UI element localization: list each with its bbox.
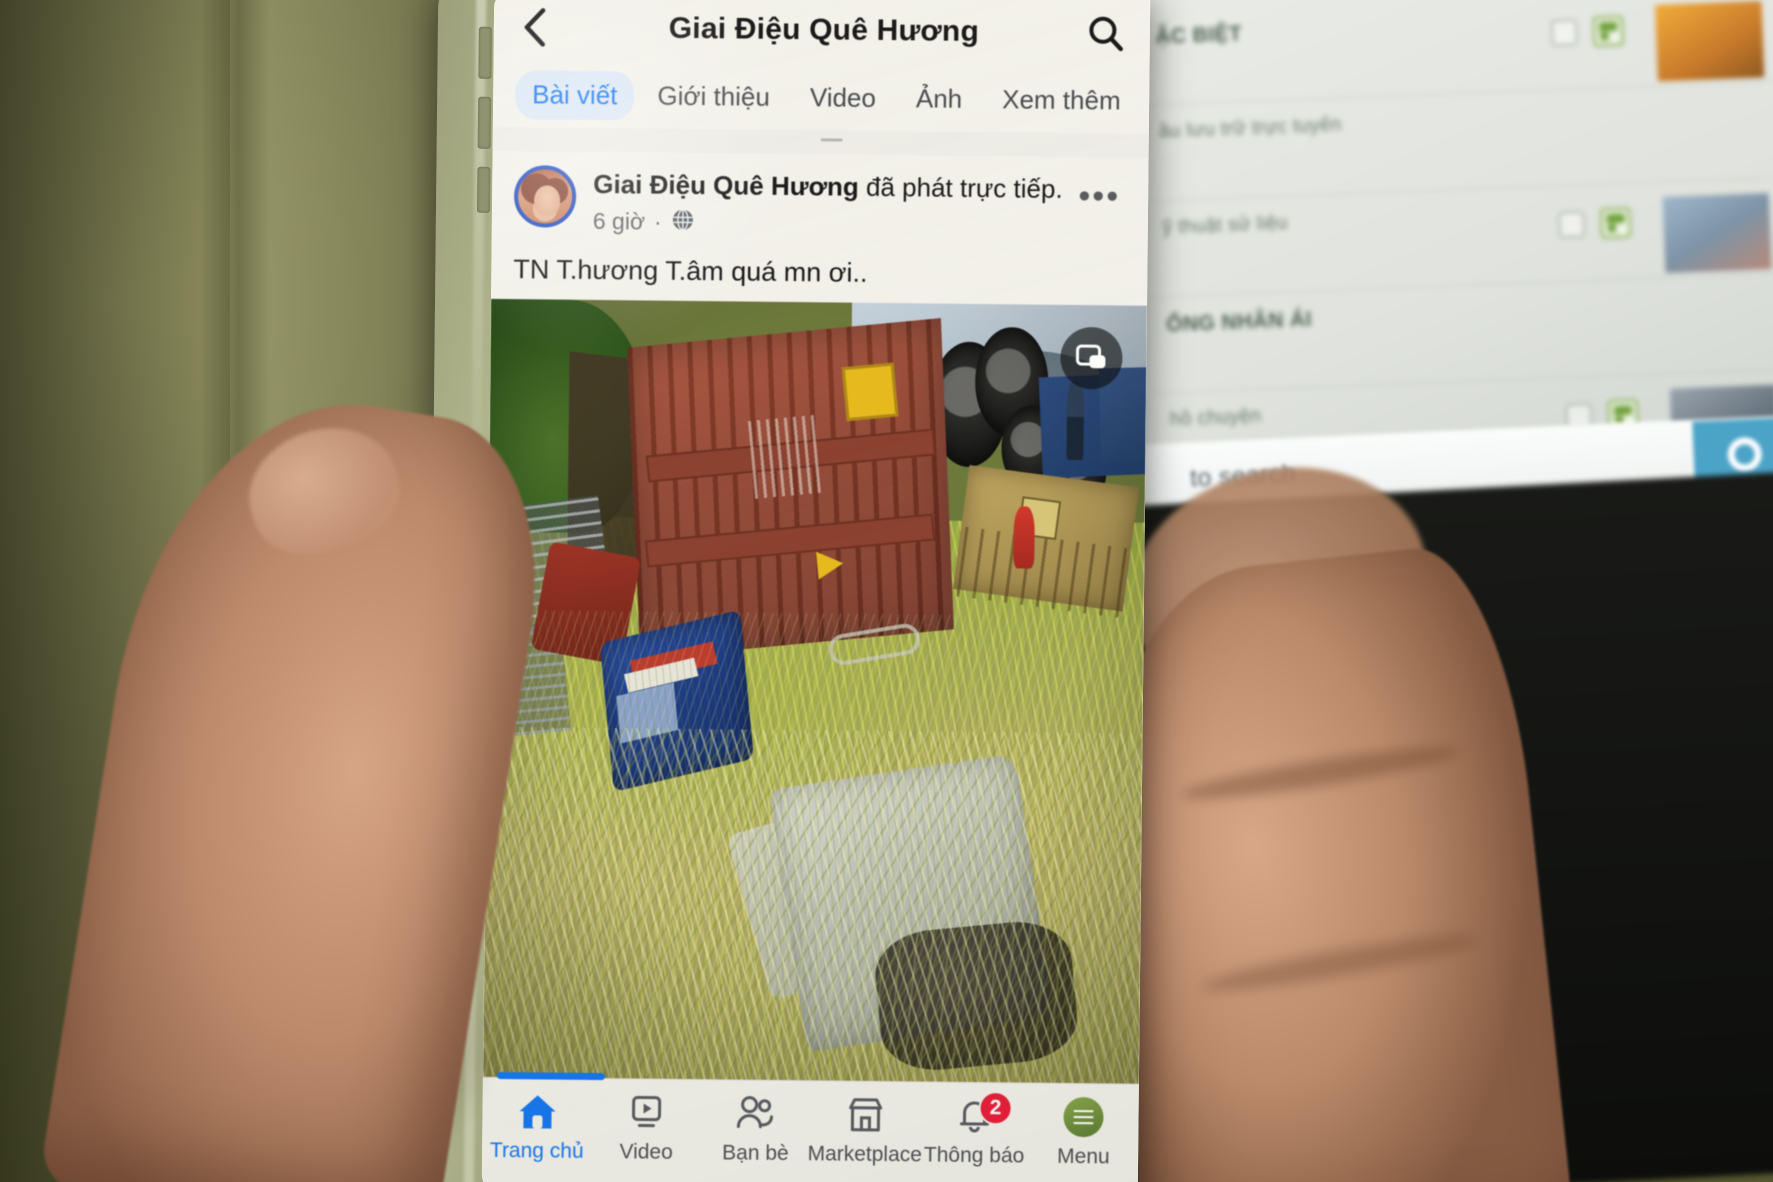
post-photo[interactable] [482, 298, 1148, 1084]
post-options-icon[interactable]: ••• [1078, 177, 1120, 215]
volume-up-button[interactable] [478, 26, 492, 79]
post-author-name[interactable]: Giai Điệu Quê Hương [593, 169, 859, 202]
tab-video[interactable]: Video [793, 73, 894, 123]
nav-label: Video [619, 1140, 673, 1164]
app-top-bar: Giai Điệu Quê Hương [493, 0, 1151, 68]
globe-icon [671, 207, 695, 237]
nav-item-marketplace[interactable]: Marketplace [807, 1093, 923, 1167]
video-progress-bar [496, 1071, 605, 1081]
feed-post: ••• Giai Điệu Quê Hương đã phát trực tiế… [491, 150, 1149, 306]
post-meta: Giai Điệu Quê Hương đã phát trực tiếp. 6… [593, 166, 1063, 241]
monitor-row-label: ầu lưu trữ trực tuyến [1158, 114, 1342, 143]
nav-label: Bạn bè [722, 1141, 789, 1166]
page-title: Giai Điệu Quê Hương [668, 11, 980, 48]
checkbox-icon [1558, 211, 1586, 239]
tab-xem-them[interactable]: Xem thêm [985, 75, 1138, 126]
photo-scene: ẶC BIỆT ầu lưu trữ trực tuyến ỹ thuật sử… [0, 0, 1773, 1182]
post-separator: · [653, 208, 662, 235]
nav-label: Marketplace [807, 1142, 923, 1167]
post-subline: 6 giờ · [593, 206, 1063, 241]
home-icon [516, 1090, 558, 1132]
video-play-icon [625, 1091, 667, 1133]
volume-down-button[interactable] [477, 96, 492, 149]
tab-gioi-thieu[interactable]: Giới thiệu [640, 71, 787, 122]
row-thumbnail [1661, 192, 1773, 275]
hamburger-avatar-icon [1063, 1096, 1105, 1138]
bottom-navigation: Trang chủ Video Bạn bè Marketplace 2 Thô… [481, 1071, 1139, 1182]
post-header: Giai Điệu Quê Hương đã phát trực tiếp. 6… [492, 157, 1149, 242]
post-action-text: đã phát trực tiếp. [858, 171, 1063, 204]
nav-label: Thông báo [923, 1143, 1025, 1168]
marketplace-store-icon [844, 1094, 886, 1136]
nav-item-video[interactable]: Video [591, 1091, 701, 1165]
nav-label: Trang chủ [489, 1138, 584, 1163]
power-button[interactable] [476, 166, 491, 213]
photo-vignette [482, 298, 1148, 1084]
post-timestamp: 6 giờ [592, 207, 646, 235]
monitor-row-label: ỔNG NHÂN ÁI [1165, 307, 1313, 337]
monitor-row-label: ỹ thuật sử liệu [1162, 212, 1289, 239]
tab-anh[interactable]: Ảnh [899, 74, 980, 124]
spreadsheet-icon [1592, 15, 1624, 47]
monitor-row-label: ẶC BIỆT [1154, 22, 1243, 49]
phone-screen: Giai Điệu Quê Hương Bài viết Giới thiệu … [481, 0, 1151, 1182]
nav-label: Menu [1057, 1144, 1110, 1169]
monitor-row-label: hồ chuyện [1169, 405, 1262, 431]
nav-item-thong-bao[interactable]: 2 Thông báo [919, 1091, 1029, 1168]
spreadsheet-icon [1600, 207, 1632, 239]
page-tabs: Bài viết Giới thiệu Video Ảnh Xem thêm [492, 60, 1150, 134]
post-author-line: Giai Điệu Quê Hương đã phát trực tiếp. [593, 168, 1063, 205]
avatar[interactable] [513, 165, 577, 228]
chevron-left-icon[interactable] [512, 4, 558, 50]
friends-icon [733, 1092, 779, 1134]
hamburger-icon [1073, 1106, 1094, 1128]
checkbox-icon [1550, 19, 1578, 47]
search-icon[interactable] [1080, 7, 1133, 60]
picture-in-picture-icon[interactable] [1060, 326, 1123, 389]
status-badge: 2 [978, 1091, 1013, 1126]
nav-item-ban-be[interactable]: Bạn bè [701, 1092, 811, 1166]
row-thumbnail [1654, 0, 1766, 83]
avatar [1063, 1096, 1105, 1138]
nav-item-menu[interactable]: Menu [1029, 1096, 1139, 1170]
tab-bai-viet[interactable]: Bài viết [514, 69, 635, 120]
post-text: TN T.hương T.âm quá mn ơi.. [513, 253, 868, 288]
